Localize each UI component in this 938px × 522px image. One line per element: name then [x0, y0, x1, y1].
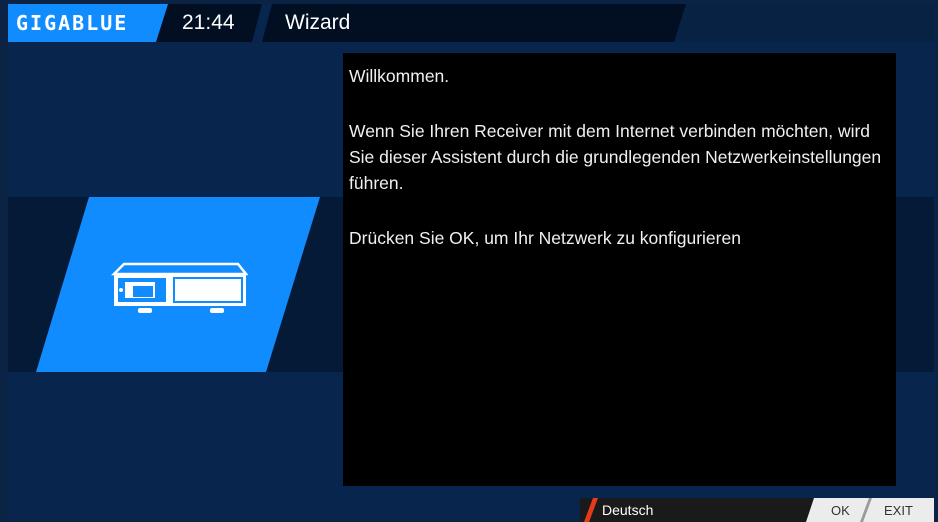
- ok-button[interactable]: OK: [831, 502, 850, 520]
- header-bar-right: [674, 4, 934, 42]
- instruction-text: Drücken Sie OK, um Ihr Netzwerk zu konfi…: [349, 228, 741, 248]
- page-title: Wizard: [285, 11, 351, 34]
- clock: 21:44: [182, 11, 235, 34]
- description-text: Wenn Sie Ihren Receiver mit dem Internet…: [349, 121, 882, 193]
- receiver-icon: [110, 262, 248, 313]
- welcome-text: Willkommen.: [349, 66, 450, 86]
- exit-button[interactable]: EXIT: [884, 502, 913, 520]
- language-label[interactable]: Deutsch: [602, 500, 653, 520]
- wizard-textbox: Willkommen. Wenn Sie Ihren Receiver mit …: [343, 53, 896, 486]
- brand-logo: GIGABLUE: [16, 11, 129, 35]
- wizard-screen: GIGABLUE 21:44 Wizard Willkommen. Wenn S…: [0, 0, 938, 522]
